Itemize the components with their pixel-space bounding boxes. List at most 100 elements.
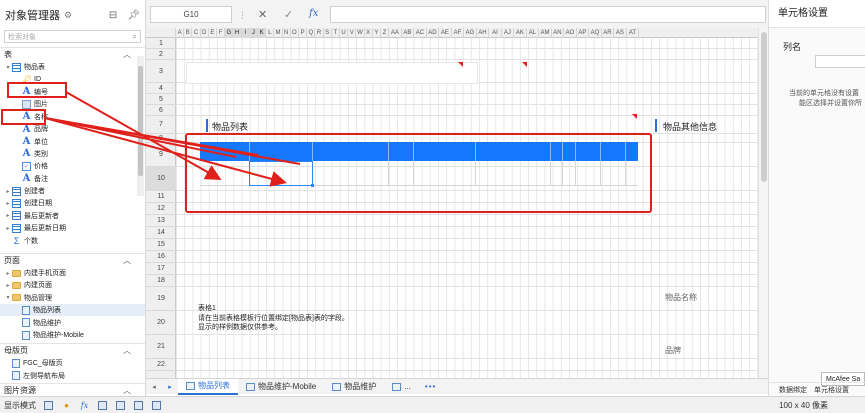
table-tree-item[interactable]: 🔑︎ ID — [0, 73, 145, 85]
row-header[interactable]: 14 — [146, 227, 176, 239]
formula-icon[interactable]: fx — [80, 401, 89, 410]
cell-name-box[interactable]: G10 — [150, 6, 232, 23]
column-header[interactable]: AT — [627, 28, 640, 38]
page-tree-item[interactable]: 物品维护-Mobile — [0, 329, 145, 341]
column-header[interactable]: E — [209, 28, 217, 38]
master-tree-item[interactable]: FGC_母版页 — [0, 357, 145, 369]
table-tree-item[interactable]: A 类别 — [0, 148, 145, 160]
column-header[interactable]: T — [332, 28, 340, 38]
chart-icon[interactable] — [98, 400, 107, 410]
section-pages[interactable]: 页面 ︿ — [0, 252, 145, 267]
column-header[interactable]: AE — [439, 28, 452, 38]
grid-scrollbar-thumb[interactable] — [761, 32, 767, 182]
row-header[interactable]: 13 — [146, 215, 176, 227]
column-header[interactable]: R — [315, 28, 324, 38]
column-header[interactable]: AH — [477, 28, 490, 38]
collapse-all-icon[interactable]: ⊟ — [109, 10, 117, 21]
cell-area[interactable]: 物品列表 物品其他信息 表格1 请在当前表格模板行位置绑定[物品表]表的字段。 … — [176, 38, 758, 378]
row-header[interactable]: 17 — [146, 263, 176, 275]
table-header-row[interactable] — [200, 142, 638, 161]
section-image-resources[interactable]: 图片资源 ︿ — [0, 382, 145, 397]
table-tree-item[interactable]: ▸ 最后更新日期 — [0, 222, 145, 234]
column-header[interactable]: S — [324, 28, 332, 38]
chevron-right-icon[interactable]: ▸ — [4, 225, 12, 232]
column-header[interactable]: AA — [389, 28, 402, 38]
column-header[interactable]: AD — [427, 28, 440, 38]
tab-item-list[interactable]: 物品列表 — [178, 378, 238, 395]
cell-settings-tab[interactable]: 单元格设置 — [814, 385, 849, 395]
table-tree-item[interactable]: ▸ 最后更新者 — [0, 210, 145, 222]
column-header[interactable]: AR — [602, 28, 615, 38]
row-header[interactable]: 3 — [146, 60, 176, 83]
page-tree-item[interactable]: ▸ 内建手机页面 — [0, 267, 145, 279]
row-header[interactable]: 20 — [146, 311, 176, 335]
pin-icon[interactable]: 📌︎ — [127, 10, 140, 21]
grid-vertical-scrollbar[interactable] — [758, 28, 768, 378]
confirm-icon[interactable]: ✓ — [284, 8, 293, 21]
tab-item-maintain[interactable]: 物品维护 — [324, 379, 384, 395]
column-header[interactable]: Y — [373, 28, 381, 38]
row-header[interactable]: 11 — [146, 191, 176, 203]
fx-icon[interactable]: fx — [309, 8, 318, 19]
search-icon[interactable]: ⌕ — [133, 32, 137, 42]
section-tables[interactable]: 表 ︿ — [0, 47, 145, 61]
table-icon[interactable] — [116, 400, 125, 410]
row-header[interactable]: 22 — [146, 359, 176, 371]
object-search-input[interactable]: 检索对象 ⌕ — [4, 30, 141, 43]
row-header[interactable]: 5 — [146, 94, 176, 105]
chevron-down-icon[interactable]: ▾ — [4, 294, 12, 301]
chevron-up-icon[interactable]: ︿ — [123, 385, 141, 396]
column-name-input[interactable] — [815, 55, 865, 68]
table-tree-item[interactable]: A 备注 — [0, 173, 145, 185]
master-tree-item[interactable]: 左侧导航布局 — [0, 370, 145, 382]
page-tree-item[interactable]: 物品列表 — [0, 304, 145, 317]
chevron-right-icon[interactable]: ▸ — [4, 200, 12, 207]
table-tree-item[interactable]: 图片 — [0, 98, 145, 110]
more-tabs-button[interactable]: ••• — [419, 382, 442, 391]
chevron-right-icon[interactable]: ▸ — [4, 188, 12, 195]
data-binding-tab[interactable]: 数据绑定 — [779, 385, 807, 395]
row-header[interactable]: 21 — [146, 335, 176, 359]
left-scrollbar-thumb[interactable] — [138, 66, 143, 176]
page-tree-item[interactable]: ▾ 物品管理 — [0, 292, 145, 304]
left-scrollbar[interactable] — [137, 56, 144, 196]
gear-icon[interactable]: ⚙ — [64, 10, 72, 21]
column-header[interactable]: P — [299, 28, 308, 38]
grid-icon[interactable] — [134, 400, 143, 410]
column-header[interactable]: B — [184, 28, 193, 38]
column-header[interactable]: H — [233, 28, 242, 38]
row-header[interactable]: 12 — [146, 203, 176, 215]
row-header[interactable]: 18 — [146, 275, 176, 287]
column-header[interactable]: AQ — [589, 28, 602, 38]
column-header[interactable]: M — [274, 28, 283, 38]
column-header[interactable]: Q — [307, 28, 316, 38]
row-header[interactable]: 23 — [146, 371, 176, 378]
column-header[interactable]: I — [241, 28, 250, 38]
row-header[interactable]: 1 — [146, 38, 176, 49]
row-header[interactable]: 7 — [146, 116, 176, 134]
table-tree-item[interactable]: A 品牌 — [0, 123, 145, 135]
column-header[interactable]: AC — [414, 28, 427, 38]
column-header[interactable]: U — [340, 28, 349, 38]
chevron-right-icon[interactable]: ▸ — [4, 270, 12, 277]
row-header[interactable]: 6 — [146, 105, 176, 116]
table-tree-item[interactable]: A 单位 — [0, 135, 145, 147]
column-header[interactable]: D — [201, 28, 209, 38]
formula-input[interactable] — [330, 6, 766, 23]
column-header[interactable]: C — [192, 28, 201, 38]
chevron-right-icon[interactable]: ▸ — [4, 282, 12, 289]
column-header[interactable]: V — [348, 28, 357, 38]
tab-scroll-right-icon[interactable]: ▸ — [162, 383, 178, 391]
column-header[interactable]: J — [249, 28, 258, 38]
chevron-up-icon[interactable]: ︿ — [123, 255, 141, 266]
row-header[interactable]: 16 — [146, 251, 176, 263]
cancel-icon[interactable]: ✕ — [258, 8, 267, 21]
table-tree-item[interactable]: Σ 个数 — [0, 234, 145, 246]
column-header[interactable]: L — [266, 28, 275, 38]
column-header[interactable]: K — [258, 28, 267, 38]
column-header[interactable]: A — [176, 28, 185, 38]
row-header[interactable]: 4 — [146, 83, 176, 94]
table-tree-item[interactable]: ✓ 价格 — [0, 160, 145, 172]
spreadsheet-grid[interactable]: A B C D E F G H I J K L M N O P Q R S T U V W X Y Z AA AB AC AD AE AF AG… — [146, 28, 758, 378]
column-header[interactable]: AM — [539, 28, 552, 38]
